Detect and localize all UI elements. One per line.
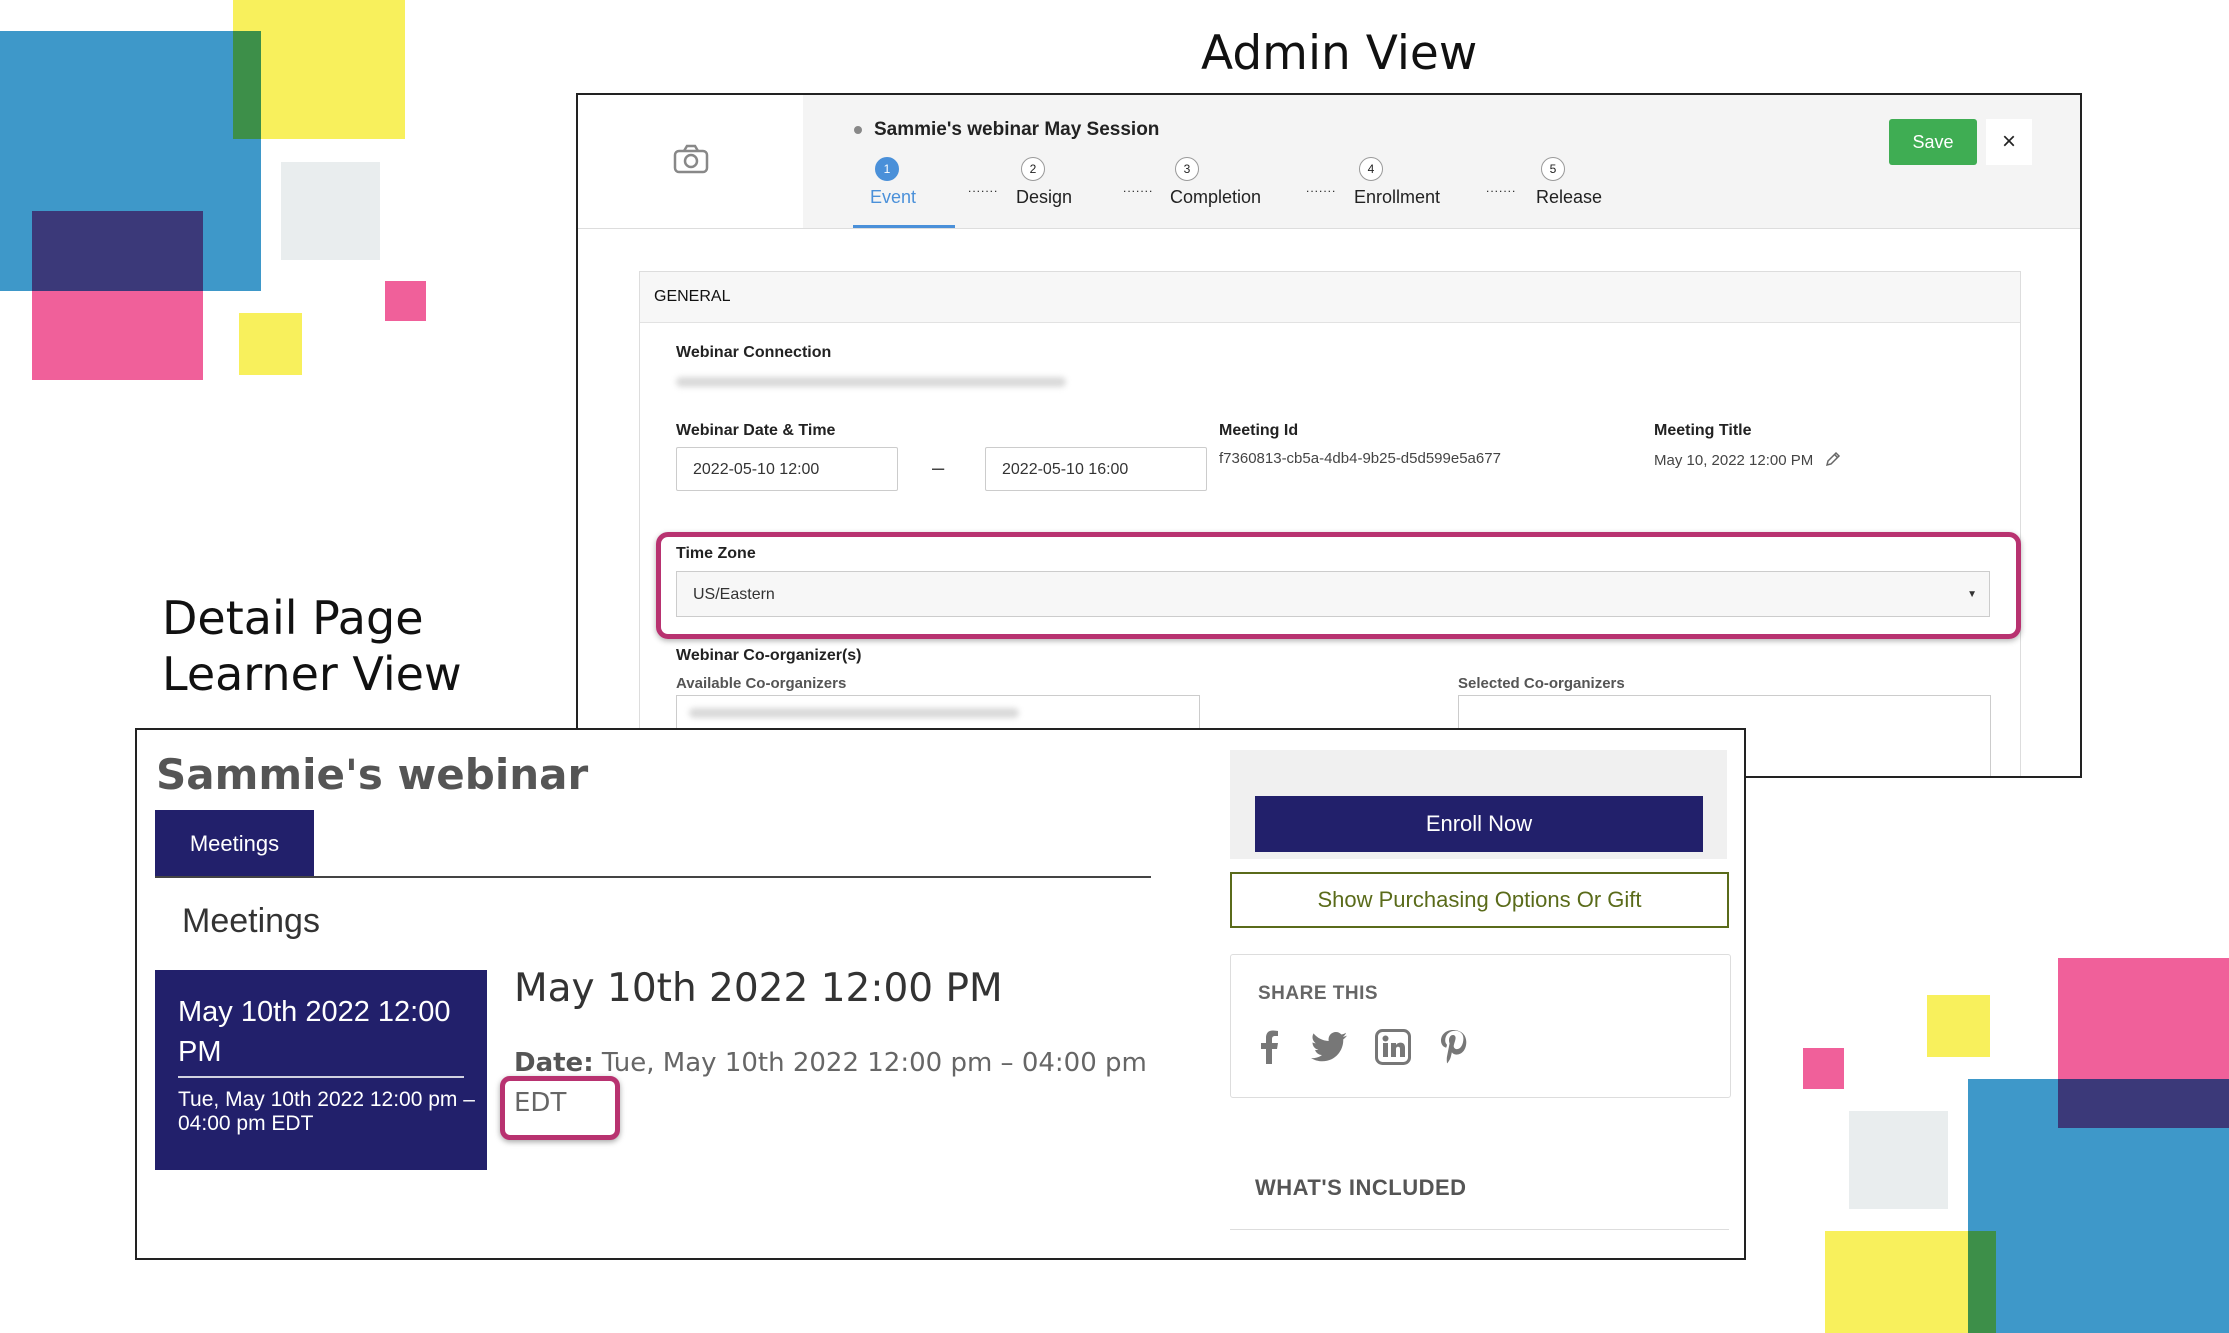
step-number: 1 (875, 157, 899, 181)
meeting-title-label: Meeting Title (1654, 422, 1752, 439)
selected-co-organizers-label: Selected Co-organizers (1458, 675, 1625, 692)
course-title: Sammie's webinar (156, 750, 589, 799)
meeting-card[interactable]: May 10th 2022 12:00 PM Tue, May 10th 202… (155, 970, 487, 1170)
section-heading: Meetings (182, 902, 320, 940)
time-zone-select[interactable]: US/Eastern ▼ (676, 571, 1990, 617)
step-connector: ....... (968, 181, 999, 195)
decor-square-grey-br (1849, 1111, 1948, 1209)
decor-square-yellow (233, 0, 405, 139)
caret-down-icon: ▼ (1967, 589, 1977, 600)
date-value: Tue, May 10th 2022 12:00 pm – 04:00 pm (593, 1048, 1147, 1078)
decor-square-small-yellow (239, 313, 302, 375)
step-connector: ....... (1486, 181, 1517, 195)
start-datetime-input[interactable]: 2022-05-10 12:00 (676, 447, 898, 491)
facebook-icon[interactable] (1249, 1027, 1289, 1067)
event-title: Sammie's webinar May Session (854, 119, 1159, 141)
image-upload[interactable] (578, 95, 803, 228)
admin-topbar: Sammie's webinar May Session 1 Event ...… (578, 95, 2080, 229)
caption-admin-view: Admin View (1201, 26, 1478, 81)
event-title-text: Sammie's webinar May Session (874, 119, 1160, 140)
decor-square-grey (281, 162, 380, 260)
meeting-title-text: May 10, 2022 12:00 PM (1654, 451, 1814, 469)
general-header: GENERAL (640, 272, 2020, 323)
step-number: 3 (1175, 157, 1199, 181)
meeting-timezone: EDT (514, 1088, 567, 1118)
tab-meetings[interactable]: Meetings (155, 810, 314, 876)
step-number: 4 (1359, 157, 1383, 181)
step-design[interactable]: 2 Design (1016, 157, 1072, 208)
decor-square-small-pink (385, 281, 426, 321)
time-zone-label: Time Zone (676, 545, 756, 562)
webinar-connection-label: Webinar Connection (676, 344, 832, 361)
date-label: Date: (514, 1048, 594, 1078)
step-number: 2 (1021, 157, 1045, 181)
step-label: Enrollment (1354, 187, 1441, 207)
caption-line-1: Detail Page (162, 591, 424, 645)
learner-panel: Sammie's webinar Meetings Meetings May 1… (135, 728, 1746, 1260)
step-release[interactable]: 5 Release (1536, 157, 1602, 208)
save-button[interactable]: Save (1889, 119, 1977, 165)
meeting-id-value: f7360813-cb5a-4db4-9b25-d5d599e5a677 (1219, 450, 1501, 467)
meeting-card-date: Tue, May 10th 2022 12:00 pm – 04:00 pm E… (178, 1088, 475, 1135)
meeting-title-value: May 10, 2022 12:00 PM (1654, 451, 1841, 471)
step-connector: ....... (1306, 181, 1337, 195)
step-label: Design (1016, 187, 1073, 207)
caption-detail-page: Detail Page Learner View (162, 590, 462, 702)
decor-square-pink (32, 211, 203, 380)
meeting-heading: May 10th 2022 12:00 PM (514, 966, 1003, 1011)
caption-line-2: Learner View (162, 647, 462, 701)
whats-included-divider (1230, 1229, 1729, 1230)
enroll-now-button[interactable]: Enroll Now (1255, 796, 1703, 852)
step-label: Event (870, 187, 917, 207)
enroll-panel: Enroll Now (1230, 750, 1727, 859)
share-heading: SHARE THIS (1258, 983, 1379, 1004)
step-completion[interactable]: 3 Completion (1170, 157, 1261, 208)
close-icon[interactable]: × (1986, 119, 2032, 165)
co-organizers-label: Webinar Co-organizer(s) (676, 647, 862, 664)
whats-included-heading: WHAT'S INCLUDED (1255, 1175, 1467, 1200)
time-zone-value: US/Eastern (693, 586, 775, 603)
pencil-icon[interactable] (1825, 451, 1841, 471)
step-enrollment[interactable]: 4 Enrollment (1354, 157, 1440, 208)
active-step-underline (853, 225, 955, 228)
step-number: 5 (1541, 157, 1565, 181)
purchasing-options-button[interactable]: Show Purchasing Options Or Gift (1230, 872, 1729, 928)
decor-square-pink-br (2058, 958, 2229, 1128)
step-label: Completion (1170, 187, 1262, 207)
admin-panel: Sammie's webinar May Session 1 Event ...… (576, 93, 2082, 778)
camera-icon (673, 144, 709, 179)
linkedin-icon[interactable] (1373, 1027, 1413, 1067)
webinar-connection-value-redacted (676, 377, 1066, 387)
status-dot (854, 125, 862, 134)
available-co-organizers-label: Available Co-organizers (676, 675, 847, 692)
co-organizer-redacted (689, 708, 1019, 718)
share-panel: SHARE THIS (1230, 954, 1731, 1098)
pinterest-icon[interactable] (1433, 1027, 1473, 1067)
decor-square-pink-br-small (1803, 1048, 1844, 1089)
step-connector: ....... (1123, 181, 1154, 195)
step-label: Release (1536, 187, 1603, 207)
meeting-card-title: May 10th 2022 12:00 PM (178, 996, 451, 1068)
twitter-icon[interactable] (1309, 1027, 1349, 1067)
step-event[interactable]: 1 Event (870, 157, 916, 208)
meeting-card-divider (178, 1076, 464, 1078)
meeting-date: Date: Tue, May 10th 2022 12:00 pm – 04:0… (514, 1048, 1147, 1078)
decor-square-yellow-br (1825, 1231, 1996, 1333)
date-time-label: Webinar Date & Time (676, 422, 836, 439)
end-datetime-input[interactable]: 2022-05-10 16:00 (985, 447, 1207, 491)
decor-square-yellow-br-small (1927, 995, 1990, 1057)
tab-divider (155, 876, 1151, 878)
range-separator: – (932, 455, 945, 480)
meeting-id-label: Meeting Id (1219, 422, 1299, 439)
